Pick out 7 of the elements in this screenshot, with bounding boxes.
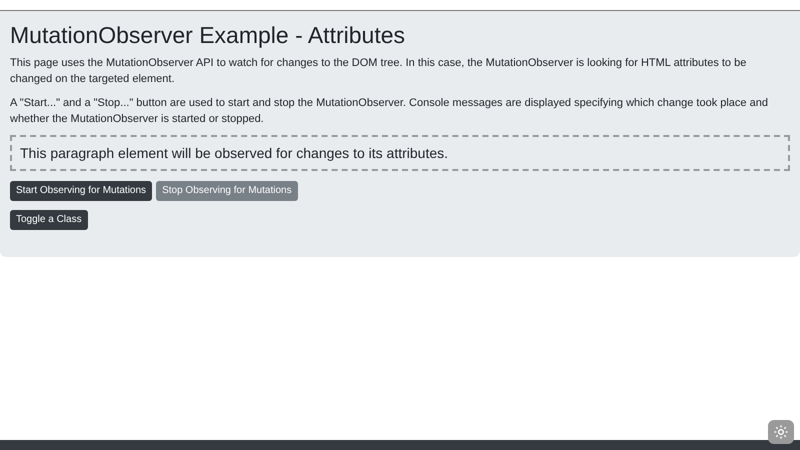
description-paragraph: This page uses the MutationObserver API to watch for changes to the DOM tree. In this case, the MutationObserver is looking for HTML attributes to be changed on the targeted element. — [10, 56, 748, 87]
action-button[interactable]: Toggle a Class — [10, 210, 88, 230]
description-paragraph: A "Start..." and a "Stop..." button are used to start and stop the MutationObserver. Console messages are displayed specifying which change took place and whether the MutationObserver is started or stopped. — [10, 96, 769, 127]
page-title: MutationObserver Example - Attributes — [10, 21, 406, 49]
settings-button[interactable] — [768, 420, 794, 444]
action-button[interactable]: Start Observing for Mutations — [10, 181, 152, 201]
observed-paragraph: This paragraph element will be observed for changes to its attributes. — [10, 135, 790, 171]
